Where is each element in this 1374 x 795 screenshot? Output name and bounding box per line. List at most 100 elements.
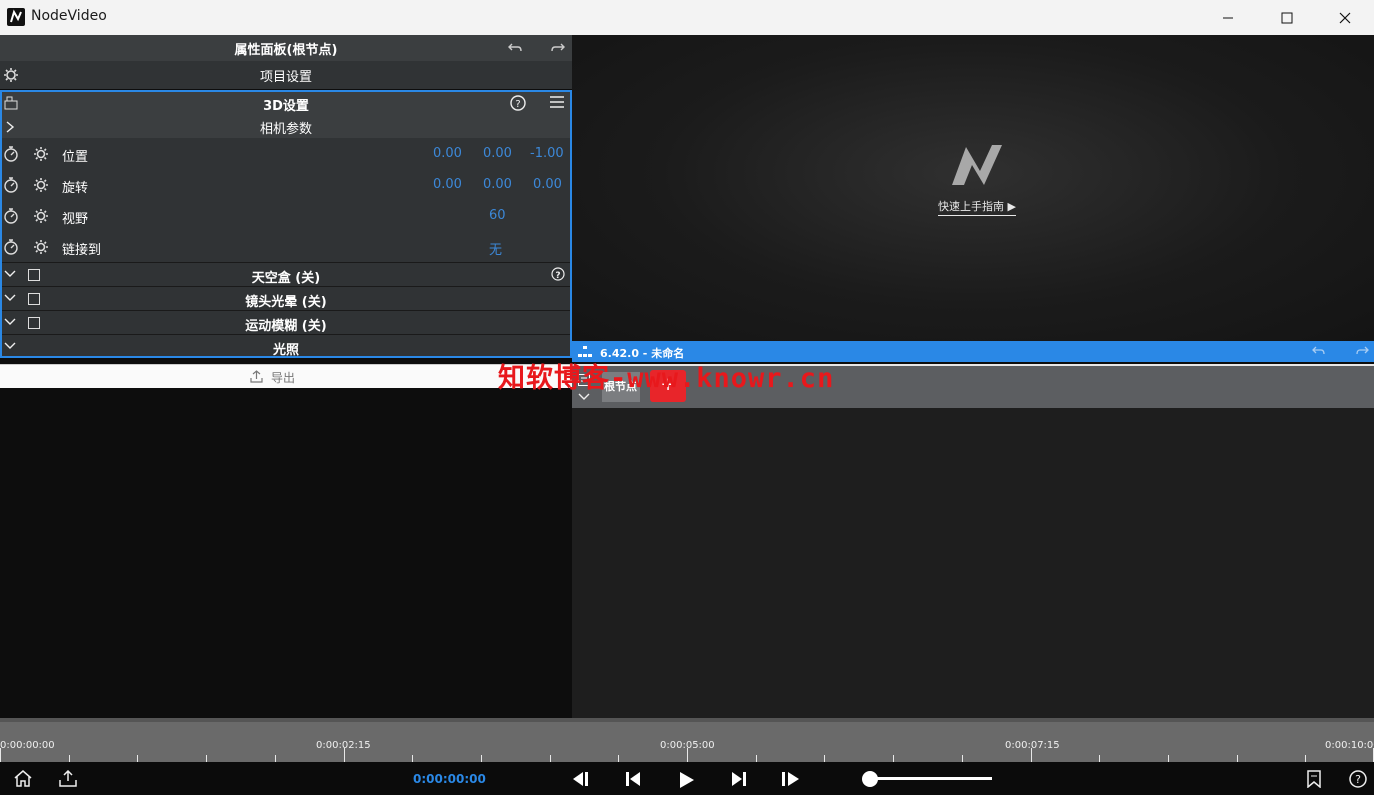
node-box-icon bbox=[4, 96, 18, 110]
value-z[interactable]: 0.00 bbox=[533, 177, 562, 192]
redo-icon[interactable] bbox=[1355, 345, 1369, 357]
playback-slider[interactable] bbox=[868, 777, 992, 780]
skip-end-icon[interactable] bbox=[731, 771, 747, 787]
properties-title: 属性面板(根节点) bbox=[234, 42, 338, 58]
time-label: 0:00:00:00 bbox=[0, 740, 55, 751]
property-row-fov[interactable]: 视野 60 bbox=[0, 200, 572, 231]
stopwatch-icon[interactable] bbox=[3, 238, 19, 255]
timeline-tick bbox=[206, 755, 207, 762]
window-title: NodeVideo bbox=[31, 8, 107, 24]
camera-params-title: 相机参数 bbox=[259, 121, 312, 137]
timeline-tick bbox=[481, 755, 482, 762]
gear-icon[interactable] bbox=[33, 208, 49, 224]
help-icon[interactable]: ? bbox=[551, 267, 565, 281]
step-back-icon[interactable] bbox=[571, 771, 591, 787]
section-title: 光照 bbox=[272, 343, 299, 358]
maximize-button[interactable] bbox=[1258, 0, 1316, 35]
property-row-position[interactable]: 位置 0.00 0.00 -1.00 bbox=[0, 138, 572, 169]
timeline-tick bbox=[1031, 748, 1032, 762]
home-icon[interactable] bbox=[14, 770, 32, 787]
playback-slider-knob[interactable] bbox=[862, 771, 878, 787]
app-logo-icon bbox=[7, 8, 25, 26]
value-link[interactable]: 无 bbox=[489, 239, 502, 258]
timeline-tick bbox=[1237, 755, 1238, 762]
node-graph-area[interactable] bbox=[572, 364, 1374, 718]
undo-icon[interactable] bbox=[1312, 345, 1326, 357]
camera-params-header[interactable]: 相机参数 bbox=[0, 116, 572, 138]
quick-start-guide-link[interactable]: 快速上手指南 ▶ bbox=[938, 198, 1016, 216]
redo-icon[interactable] bbox=[550, 41, 566, 55]
video-preview[interactable]: 快速上手指南 ▶ bbox=[572, 35, 1374, 341]
project-settings-label: 项目设置 bbox=[259, 69, 312, 85]
skip-start-icon[interactable] bbox=[625, 771, 641, 787]
properties-header: 属性面板(根节点) bbox=[0, 35, 572, 61]
value-z[interactable]: -1.00 bbox=[530, 146, 564, 161]
section-skybox[interactable]: 天空盒 (关) ? bbox=[0, 263, 572, 286]
stopwatch-icon[interactable] bbox=[3, 176, 19, 193]
nodevideo-logo-icon bbox=[950, 143, 1004, 187]
svg-text:?: ? bbox=[515, 99, 520, 110]
stopwatch-icon[interactable] bbox=[3, 145, 19, 162]
property-row-rotation[interactable]: 旋转 0.00 0.00 0.00 bbox=[0, 169, 572, 200]
export-button[interactable]: 导出 bbox=[0, 364, 572, 388]
export-label: 导出 bbox=[271, 371, 296, 385]
timeline-tick bbox=[824, 755, 825, 762]
timeline-tick bbox=[893, 755, 894, 762]
timeline-tick bbox=[275, 755, 276, 762]
timeline-tick bbox=[1099, 755, 1100, 762]
timeline-tick bbox=[137, 755, 138, 762]
step-forward-icon[interactable] bbox=[781, 771, 801, 787]
timeline-tick bbox=[69, 755, 70, 762]
section-title: 运动模糊 (关) bbox=[245, 319, 327, 334]
project-settings-row[interactable]: 项目设置 bbox=[0, 61, 572, 89]
svg-text:?: ? bbox=[555, 271, 560, 281]
gear-icon[interactable] bbox=[33, 177, 49, 193]
value-x[interactable]: 0.00 bbox=[433, 177, 462, 192]
timeline-tick bbox=[618, 755, 619, 762]
menu-icon[interactable] bbox=[550, 96, 564, 108]
value-y[interactable]: 0.00 bbox=[483, 177, 512, 192]
current-time: 0:00:00:00 bbox=[413, 772, 486, 786]
guide-label: 快速上手指南 bbox=[938, 200, 1004, 213]
property-label: 旋转 bbox=[62, 181, 89, 196]
export-icon bbox=[250, 370, 263, 383]
value-x[interactable]: 0.00 bbox=[433, 146, 462, 161]
watermark-text: 知软博客-www.knowr.cn bbox=[498, 363, 835, 394]
section-lens-flare[interactable]: 镜头光晕 (关) bbox=[0, 287, 572, 310]
play-icon[interactable] bbox=[679, 771, 695, 789]
export-icon[interactable] bbox=[59, 770, 77, 787]
time-label: 0:00:10:00 bbox=[1325, 740, 1374, 751]
section-motion-blur[interactable]: 运动模糊 (关) bbox=[0, 311, 572, 334]
help-icon[interactable]: ? bbox=[510, 95, 526, 111]
section-title: 天空盒 (关) bbox=[251, 271, 321, 286]
undo-icon[interactable] bbox=[507, 41, 523, 55]
3d-settings-header[interactable]: 3D设置 bbox=[0, 92, 572, 116]
value-y[interactable]: 0.00 bbox=[483, 146, 512, 161]
close-button[interactable] bbox=[1316, 0, 1374, 35]
timeline-tick bbox=[1305, 755, 1306, 762]
timeline-tick bbox=[1168, 755, 1169, 762]
minimize-button[interactable] bbox=[1199, 0, 1257, 35]
time-label: 0:00:07:15 bbox=[1005, 740, 1060, 751]
help-icon[interactable]: ? bbox=[1349, 770, 1367, 788]
stopwatch-icon[interactable] bbox=[3, 207, 19, 224]
title-bar: NodeVideo bbox=[0, 0, 1374, 35]
timeline-ruler[interactable]: 0:00:00:00 0:00:02:15 0:00:05:00 0:00:07… bbox=[0, 718, 1374, 762]
chevron-right-icon[interactable] bbox=[5, 121, 15, 133]
property-label: 视野 bbox=[62, 212, 89, 227]
value-fov[interactable]: 60 bbox=[489, 208, 506, 223]
section-lighting[interactable]: 光照 bbox=[0, 335, 572, 358]
timeline-tick bbox=[687, 748, 688, 762]
gear-icon[interactable] bbox=[33, 146, 49, 162]
timeline-tick bbox=[550, 755, 551, 762]
bookmark-icon[interactable] bbox=[1307, 770, 1321, 788]
gear-icon bbox=[3, 67, 19, 83]
section-title: 镜头光晕 (关) bbox=[245, 295, 327, 310]
timeline-tick bbox=[962, 755, 963, 762]
timeline-tick bbox=[0, 748, 1, 762]
property-row-link[interactable]: 链接到 无 bbox=[0, 231, 572, 262]
property-label: 位置 bbox=[62, 150, 89, 165]
gear-icon[interactable] bbox=[33, 239, 49, 255]
property-label: 链接到 bbox=[62, 243, 102, 258]
timeline-tick bbox=[412, 755, 413, 762]
